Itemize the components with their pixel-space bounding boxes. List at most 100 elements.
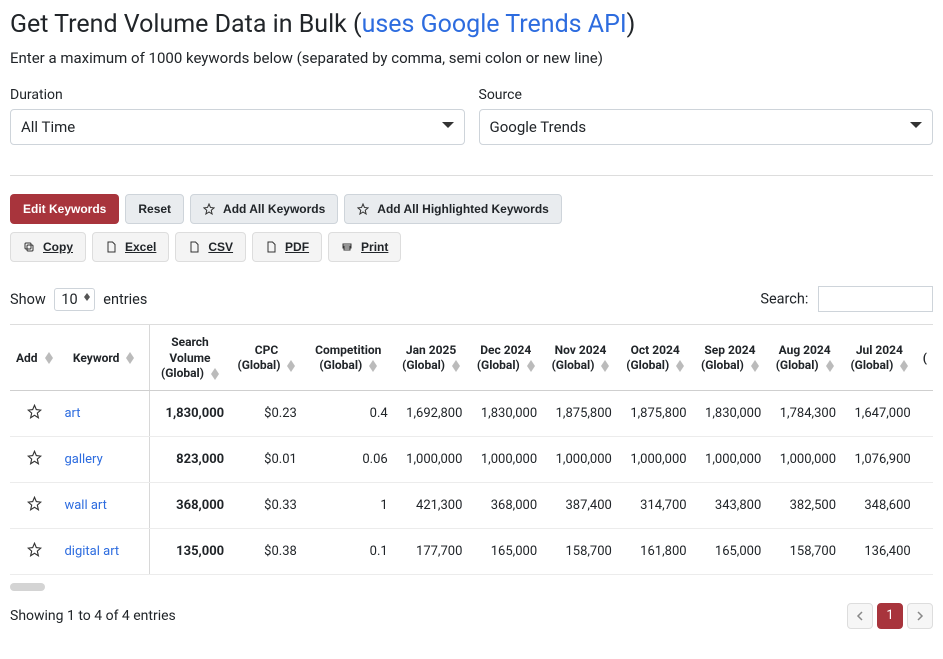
- file-icon: [265, 241, 277, 253]
- cell: 382,500: [767, 482, 842, 528]
- column-header[interactable]: Sep 2024 (Global): [693, 325, 768, 390]
- column-header[interactable]: Jan 2025 (Global): [394, 325, 469, 390]
- column-header[interactable]: Nov 2024 (Global): [543, 325, 618, 390]
- cell: 1,875,800: [543, 390, 618, 436]
- column-header[interactable]: Dec 2024 (Global): [468, 325, 543, 390]
- star-icon: [357, 203, 369, 215]
- cell: 1,647,000: [842, 390, 917, 436]
- cell: 1,830,000: [468, 390, 543, 436]
- keyword-link[interactable]: digital art: [64, 544, 119, 559]
- source-value: Google Trends: [490, 118, 587, 136]
- add-star-button[interactable]: [27, 454, 42, 469]
- entries-info: Showing 1 to 4 of 4 entries: [10, 608, 176, 624]
- add-all-highlighted-button[interactable]: Add All Highlighted Keywords: [344, 194, 562, 224]
- copy-button[interactable]: Copy: [10, 232, 86, 262]
- entries-control: Show 10 entries: [10, 288, 147, 311]
- cell: $0.23: [230, 390, 303, 436]
- cell: 1,000,000: [767, 436, 842, 482]
- cell: 1,692,800: [394, 390, 469, 436]
- prev-page-button[interactable]: [847, 603, 873, 629]
- search-input[interactable]: [818, 286, 933, 312]
- cell: 1,830,000: [149, 390, 230, 436]
- page-1-button[interactable]: 1: [877, 603, 903, 629]
- cell: 1,784,300: [767, 390, 842, 436]
- cell: 177,700: [394, 528, 469, 574]
- chevron-down-icon: [908, 119, 924, 135]
- cell: 135,000: [149, 528, 230, 574]
- search-label: Search:: [760, 291, 808, 308]
- column-header[interactable]: CPC (Global): [230, 325, 303, 390]
- duration-select[interactable]: All Time: [10, 109, 465, 145]
- title-link[interactable]: uses Google Trends API: [362, 10, 627, 39]
- cell: $0.38: [230, 528, 303, 574]
- cell: 421,300: [394, 482, 469, 528]
- column-header-overflow: (: [917, 325, 933, 390]
- add-all-keywords-button[interactable]: Add All Keywords: [190, 194, 338, 224]
- cell: [917, 482, 933, 528]
- csv-button[interactable]: CSV: [175, 232, 246, 262]
- print-label: Print: [361, 240, 388, 254]
- keyword-link[interactable]: gallery: [64, 452, 102, 467]
- page-title: Get Trend Volume Data in Bulk (uses Goog…: [10, 10, 933, 39]
- file-icon: [105, 241, 117, 253]
- column-header[interactable]: Aug 2024 (Global): [767, 325, 842, 390]
- cell: 348,600: [842, 482, 917, 528]
- column-header[interactable]: Competition (Global): [303, 325, 394, 390]
- source-label: Source: [479, 87, 934, 103]
- next-page-button[interactable]: [907, 603, 933, 629]
- results-table: Add Keyword Search Volume (Global) CPC (…: [10, 325, 933, 575]
- cell: 343,800: [693, 482, 768, 528]
- column-header[interactable]: Oct 2024 (Global): [618, 325, 693, 390]
- pagination: 1: [847, 603, 933, 629]
- cell: 1,000,000: [543, 436, 618, 482]
- cell: 158,700: [543, 528, 618, 574]
- file-icon: [188, 241, 200, 253]
- cell: 1,875,800: [618, 390, 693, 436]
- excel-button[interactable]: Excel: [92, 232, 169, 262]
- add-star-button[interactable]: [27, 546, 42, 561]
- cell: 1,000,000: [618, 436, 693, 482]
- edit-keywords-button[interactable]: Edit Keywords: [10, 194, 119, 224]
- star-icon: [203, 203, 215, 215]
- cell: [917, 528, 933, 574]
- column-header[interactable]: Jul 2024 (Global): [842, 325, 917, 390]
- source-select[interactable]: Google Trends: [479, 109, 934, 145]
- cell: 387,400: [543, 482, 618, 528]
- add-star-button[interactable]: [27, 408, 42, 423]
- reset-button[interactable]: Reset: [125, 194, 184, 224]
- pdf-button[interactable]: PDF: [252, 232, 322, 262]
- excel-label: Excel: [125, 240, 156, 254]
- cell: 368,000: [468, 482, 543, 528]
- add-star-button[interactable]: [27, 500, 42, 515]
- cell: 136,400: [842, 528, 917, 574]
- copy-label: Copy: [43, 240, 73, 254]
- cell: 158,700: [767, 528, 842, 574]
- duration-value: All Time: [21, 118, 75, 136]
- keyword-link[interactable]: art: [64, 406, 80, 421]
- column-header[interactable]: Keyword: [58, 325, 149, 390]
- keyword-link[interactable]: wall art: [64, 498, 106, 513]
- cell: 165,000: [693, 528, 768, 574]
- cell: 1,076,900: [842, 436, 917, 482]
- subtitle: Enter a maximum of 1000 keywords below (…: [10, 49, 933, 67]
- cell: $0.33: [230, 482, 303, 528]
- pdf-label: PDF: [285, 240, 309, 254]
- horizontal-scrollbar[interactable]: [10, 583, 45, 591]
- add-all-keywords-label: Add All Keywords: [223, 202, 325, 216]
- column-header[interactable]: Search Volume (Global): [149, 325, 230, 390]
- table-row: wall art368,000$0.331421,300368,000387,4…: [10, 482, 933, 528]
- add-all-highlighted-label: Add All Highlighted Keywords: [377, 202, 549, 216]
- cell: 165,000: [468, 528, 543, 574]
- column-header[interactable]: Add: [10, 325, 58, 390]
- cell: [917, 436, 933, 482]
- cell: 161,800: [618, 528, 693, 574]
- cell: [917, 390, 933, 436]
- copy-icon: [23, 241, 35, 253]
- chevron-down-icon: [440, 119, 456, 135]
- print-icon: [341, 241, 353, 253]
- cell: 1,000,000: [693, 436, 768, 482]
- entries-select[interactable]: 10: [54, 288, 94, 311]
- print-button[interactable]: Print: [328, 232, 401, 262]
- cell: $0.01: [230, 436, 303, 482]
- cell: 1,000,000: [394, 436, 469, 482]
